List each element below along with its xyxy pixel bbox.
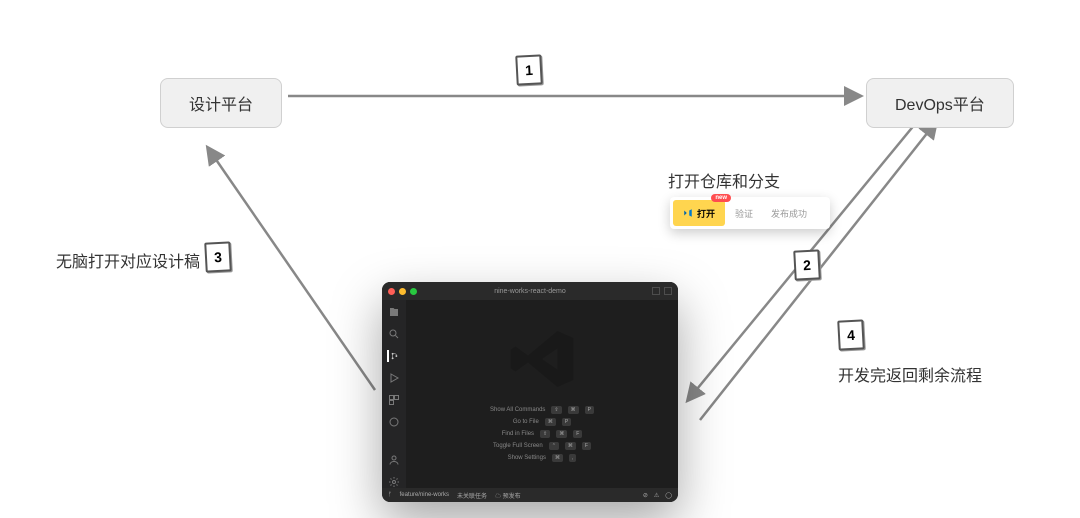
step-badge-2: 2 [793, 249, 821, 280]
open-button[interactable]: 打开 new [673, 200, 725, 226]
cmd-show-all: Show All Commands ⇧ ⌘ P [490, 406, 594, 414]
status-sync[interactable]: 未关联任务 [457, 491, 487, 500]
cmd-find-in-files: Find in Files ⇧ ⌘ F [502, 430, 583, 438]
gear-icon[interactable] [388, 476, 400, 488]
node-devops-platform: DevOps平台 [866, 78, 1014, 128]
label-step4: 开发完返回剩余流程 [838, 362, 982, 386]
scm-icon[interactable] [387, 350, 399, 362]
panel-icon[interactable] [664, 287, 672, 295]
branch-icon[interactable]: ᚠ [388, 492, 392, 498]
node-label: DevOps平台 [895, 97, 985, 114]
cmd-toggle-fullscreen: Toggle Full Screen ⌃ ⌘ F [493, 442, 591, 450]
account-icon[interactable] [388, 454, 400, 466]
remote-icon[interactable] [388, 416, 400, 428]
debug-icon[interactable] [388, 372, 400, 384]
vscode-editor: Show All Commands ⇧ ⌘ P Go to File ⌘ P F… [406, 300, 678, 488]
extensions-icon[interactable] [388, 394, 400, 406]
label-step2: 打开仓库和分支 [668, 168, 780, 192]
publish-label[interactable]: 发布成功 [763, 207, 815, 220]
vscode-titlebar: nine-works-react-demo [382, 282, 678, 300]
vscode-title: nine-works-react-demo [382, 288, 678, 295]
activity-bar [382, 300, 406, 488]
step-badge-4: 4 [837, 319, 865, 350]
devops-action-toolbar: 打开 new 验证 发布成功 [670, 197, 830, 229]
status-icon[interactable]: ⊘ [643, 492, 648, 499]
status-branch[interactable]: feature/nine-works [400, 492, 449, 498]
label-step3: 无脑打开对应设计稿 [56, 248, 200, 272]
vscode-icon [683, 208, 693, 218]
vscode-watermark-icon [507, 324, 577, 394]
open-label: 打开 [697, 207, 715, 220]
step-badge-1: 1 [515, 54, 543, 85]
step-badge-3: 3 [204, 241, 232, 272]
new-badge: new [711, 194, 731, 202]
status-env[interactable]: ☁ 预发布 [495, 491, 521, 500]
layout-icon[interactable] [652, 287, 660, 295]
explorer-icon[interactable] [388, 306, 400, 318]
bell-icon[interactable]: ◯ [665, 492, 672, 499]
vscode-window: nine-works-react-demo Show All Commands … [382, 282, 678, 502]
cmd-goto-file: Go to File ⌘ P [513, 418, 571, 426]
node-label: 设计平台 [189, 97, 253, 114]
node-design-platform: 设计平台 [160, 78, 282, 128]
search-icon[interactable] [388, 328, 400, 340]
verify-label[interactable]: 验证 [727, 207, 761, 220]
status-icon[interactable]: ⚠ [654, 492, 659, 499]
vscode-statusbar: ᚠ feature/nine-works 未关联任务 ☁ 预发布 ⊘ ⚠ ◯ [382, 488, 678, 502]
cmd-show-settings: Show Settings ⌘ , [508, 454, 577, 462]
